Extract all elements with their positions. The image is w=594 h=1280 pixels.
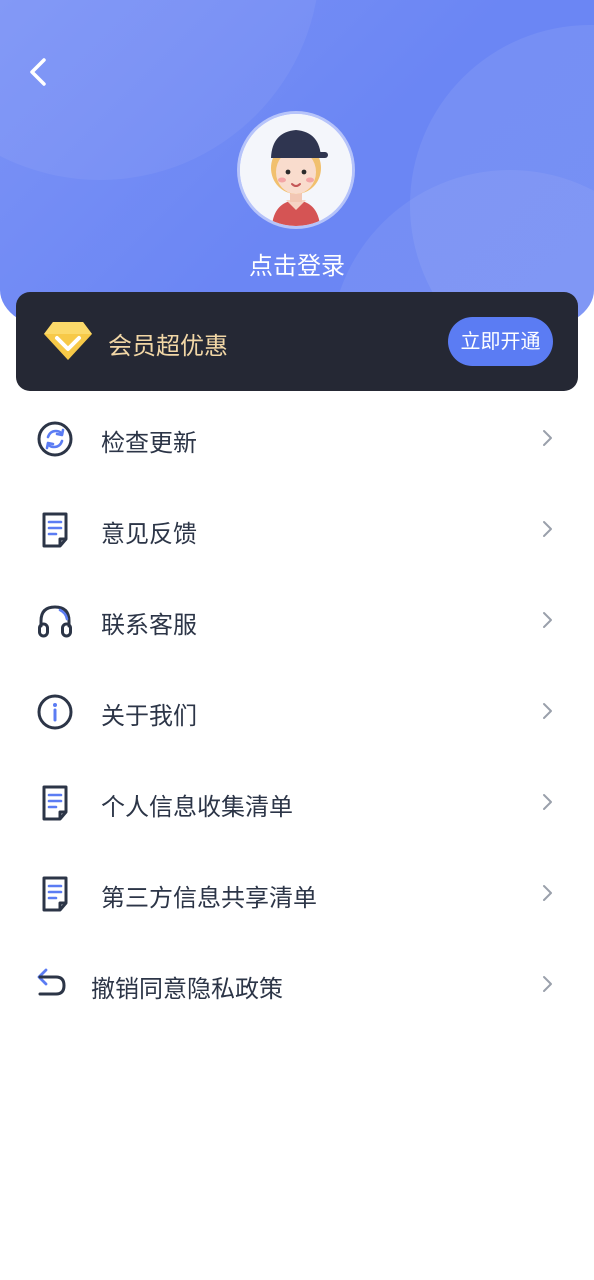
menu-item-label: 意见反馈 bbox=[101, 520, 197, 548]
settings-menu: 检查更新 意见反馈 联系客服 关于我们 个人信息收集清单 第三方信息共享清单 撤… bbox=[0, 392, 594, 1029]
user-avatar-icon bbox=[240, 114, 352, 226]
login-prompt[interactable]: 点击登录 bbox=[0, 246, 594, 281]
menu-item-contact-service[interactable]: 联系客服 bbox=[0, 574, 594, 665]
menu-item-label: 关于我们 bbox=[101, 702, 197, 730]
document-icon bbox=[42, 512, 68, 548]
vip-card[interactable]: 会员超优惠 立即开通 bbox=[16, 292, 578, 391]
refresh-icon bbox=[37, 421, 73, 457]
chevron-right-icon bbox=[543, 885, 552, 901]
activate-vip-button[interactable]: 立即开通 bbox=[448, 317, 553, 366]
chevron-right-icon bbox=[543, 430, 552, 446]
chevron-left-icon bbox=[30, 58, 46, 86]
menu-item-label: 撤销同意隐私政策 bbox=[91, 975, 283, 1003]
menu-item-label: 检查更新 bbox=[101, 429, 197, 457]
avatar[interactable] bbox=[240, 114, 352, 226]
menu-item-revoke-privacy-consent[interactable]: 撤销同意隐私政策 bbox=[0, 938, 594, 1029]
menu-item-label: 第三方信息共享清单 bbox=[101, 884, 317, 912]
chevron-right-icon bbox=[543, 521, 552, 537]
chevron-right-icon bbox=[543, 612, 552, 628]
diamond-icon bbox=[44, 322, 92, 360]
undo-icon bbox=[37, 968, 66, 996]
back-button[interactable] bbox=[22, 52, 56, 92]
menu-item-third-party-sharing-list[interactable]: 第三方信息共享清单 bbox=[0, 847, 594, 938]
chevron-right-icon bbox=[543, 794, 552, 810]
menu-item-label: 联系客服 bbox=[101, 611, 197, 639]
document-icon bbox=[42, 876, 68, 912]
menu-item-about-us[interactable]: 关于我们 bbox=[0, 665, 594, 756]
chevron-right-icon bbox=[543, 976, 552, 992]
document-icon bbox=[42, 785, 68, 821]
menu-item-label: 个人信息收集清单 bbox=[101, 793, 293, 821]
info-icon bbox=[37, 694, 73, 730]
headphones-icon bbox=[38, 605, 72, 638]
menu-item-personal-info-list[interactable]: 个人信息收集清单 bbox=[0, 756, 594, 847]
menu-item-check-update[interactable]: 检查更新 bbox=[0, 392, 594, 483]
chevron-right-icon bbox=[543, 703, 552, 719]
profile-header: 点击登录 bbox=[0, 0, 594, 330]
menu-item-feedback[interactable]: 意见反馈 bbox=[0, 483, 594, 574]
vip-title: 会员超优惠 bbox=[108, 332, 228, 360]
